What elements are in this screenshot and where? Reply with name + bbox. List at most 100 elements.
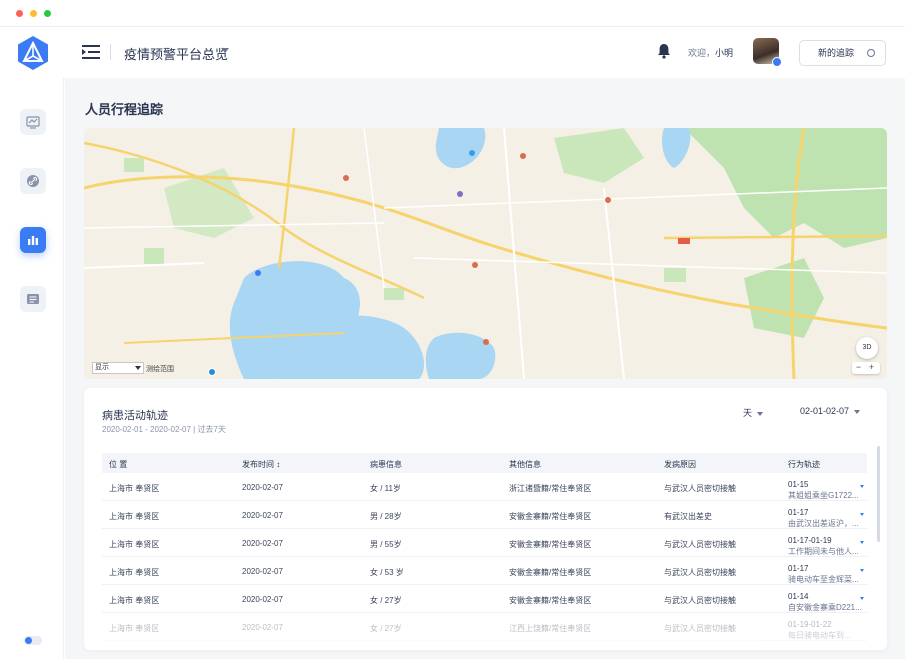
table-row[interactable]: 上海市 奉贤区 2020-02-07 女 / 53 岁 安徽金寨籍/常住奉贤区 …	[102, 557, 867, 585]
menu-collapse-icon[interactable]	[82, 45, 100, 59]
cell-other: 江西上饶籍/常住奉贤区	[509, 624, 592, 633]
table-row[interactable]: 上海市 奉贤区 2020-02-07 女 / 11岁 浙江诸暨籍/常住奉贤区 与…	[102, 473, 867, 501]
notification-bell-icon[interactable]	[657, 43, 671, 59]
cell-cause: 与武汉人员密切接触	[664, 624, 736, 633]
cell-cause: 与武汉人员密切接触	[664, 484, 736, 493]
bar-chart-icon	[28, 236, 38, 245]
map-view[interactable]: 显示 测绘范围 3D − +	[84, 128, 887, 379]
cell-cause: 有武汉出差史	[664, 512, 712, 521]
cell-patient: 男 / 28岁	[370, 512, 402, 521]
map-scale-label: 测绘范围	[146, 366, 174, 373]
table-scrollbar[interactable]	[877, 446, 880, 542]
cell-cause: 与武汉人员密切接触	[664, 596, 736, 605]
cell-trail: 01-15 其姐姐乘坐G1722...	[788, 480, 859, 500]
page-title: 人员行程追踪	[85, 102, 164, 117]
cell-date: 2020-02-07	[242, 623, 283, 632]
column-header: 行为轨迹	[788, 460, 820, 469]
chevron-down-icon	[854, 409, 861, 414]
cell-trail: 01-14 自安徽金寨乘D221...	[788, 592, 862, 612]
close-window-button[interactable]	[16, 10, 23, 17]
cell-location: 上海市 奉贤区	[109, 568, 160, 577]
table-row[interactable]: 上海市 奉贤区 2020-02-07 女 / 27岁 安徽金寨籍/常住奉贤区 与…	[102, 585, 867, 613]
top-header: 疫情预警平台总览 欢迎，小明 新的追踪	[0, 26, 905, 78]
column-header: 病患信息	[370, 460, 402, 469]
column-header: 发病原因	[664, 460, 696, 469]
header-divider	[110, 44, 111, 60]
expand-trail-icon[interactable]	[860, 597, 864, 600]
cell-date: 2020-02-07	[242, 567, 283, 576]
cell-location: 上海市 奉贤区	[109, 484, 160, 493]
cell-patient: 女 / 27岁	[370, 596, 402, 605]
card-date-range-text: 2020-02-01 - 2020-02-07 | 过去7天	[102, 425, 226, 434]
table-row[interactable]: 上海市 奉贤区 2020-02-07 男 / 28岁 安徽金寨籍/常住奉贤区 有…	[102, 501, 867, 529]
cell-patient: 女 / 27岁	[370, 624, 402, 633]
link-icon	[27, 175, 39, 187]
new-trace-button[interactable]: 新的追踪	[799, 40, 886, 66]
cell-location: 上海市 奉贤区	[109, 512, 160, 521]
expand-trail-icon[interactable]	[860, 513, 864, 516]
patient-table: 位 置 发布时间 ↕ 病患信息 其他信息 发病原因 行为轨迹 上海市 奉贤区 2…	[102, 453, 867, 641]
table-row[interactable]: 上海市 奉贤区 2020-02-07 女 / 27岁 江西上饶籍/常住奉贤区 与…	[102, 613, 867, 641]
cell-other: 浙江诸暨籍/常住奉贤区	[509, 484, 592, 493]
sidebar-item-links[interactable]	[20, 168, 46, 194]
expand-trail-icon[interactable]	[860, 569, 864, 572]
list-icon	[27, 294, 39, 304]
cell-date: 2020-02-07	[242, 511, 283, 520]
app-logo-icon[interactable]	[16, 35, 50, 71]
verified-badge-icon	[772, 57, 782, 67]
cell-patient: 男 / 55岁	[370, 540, 402, 549]
cell-trail: 01-17 由武汉出差返沪，...	[788, 508, 859, 528]
cell-patient: 女 / 53 岁	[370, 568, 404, 577]
map-zoom-control: − +	[852, 362, 880, 374]
sidebar	[0, 78, 64, 659]
welcome-text: 欢迎，小明	[688, 48, 734, 58]
cell-other: 安徽金寨籍/常住奉贤区	[509, 596, 592, 605]
chevron-down-icon[interactable]	[221, 48, 229, 53]
cell-date: 2020-02-07	[242, 595, 283, 604]
table-row[interactable]: 上海市 奉贤区 2020-02-07 男 / 55岁 安徽金寨籍/常住奉贤区 与…	[102, 529, 867, 557]
sidebar-item-statistics[interactable]	[20, 227, 46, 253]
column-header: 其他信息	[509, 460, 541, 469]
window-titlebar	[0, 0, 905, 26]
zoom-in-button[interactable]: +	[865, 362, 878, 373]
cell-cause: 与武汉人员密切接触	[664, 540, 736, 549]
expand-trail-icon[interactable]	[860, 541, 864, 544]
period-select[interactable]: 天	[743, 406, 764, 419]
sidebar-item-dashboard[interactable]	[20, 109, 46, 135]
map-3d-button[interactable]: 3D	[856, 337, 878, 359]
cell-patient: 女 / 11岁	[370, 484, 401, 493]
map-canvas[interactable]	[84, 128, 887, 379]
zoom-out-button[interactable]: −	[852, 362, 865, 373]
cell-other: 安徽金寨籍/常住奉贤区	[509, 512, 592, 521]
username: 小明	[715, 48, 734, 58]
minimize-window-button[interactable]	[30, 10, 37, 17]
main-content: 人员行程追踪 显示 测绘范围 3D − + 病患活动轨迹 2020-02-01 …	[65, 78, 905, 659]
cell-date: 2020-02-07	[242, 539, 283, 548]
cell-trail: 01-17-01-19 工作期间未与他人...	[788, 536, 859, 556]
user-avatar[interactable]	[753, 38, 782, 67]
chevron-down-icon	[757, 411, 764, 416]
cell-location: 上海市 奉贤区	[109, 540, 160, 549]
column-header-sortable[interactable]: 发布时间 ↕	[242, 459, 280, 470]
cell-location: 上海市 奉贤区	[109, 624, 160, 633]
table-header: 位 置 发布时间 ↕ 病患信息 其他信息 发病原因 行为轨迹	[102, 453, 867, 473]
trend-chart-icon	[26, 116, 40, 129]
cell-other: 安徽金寨籍/常住奉贤区	[509, 540, 592, 549]
sidebar-item-records[interactable]	[20, 286, 46, 312]
cell-trail: 01-19-01-22 每日骑电动车到...	[788, 620, 851, 640]
cell-location: 上海市 奉贤区	[109, 596, 160, 605]
column-header: 位 置	[109, 460, 128, 469]
card-title: 病患活动轨迹	[102, 410, 168, 422]
cell-trail: 01-17 骑电动车至金辉菜...	[788, 564, 859, 584]
platform-title-dropdown[interactable]: 疫情预警平台总览	[124, 44, 228, 63]
cell-cause: 与武汉人员密切接触	[664, 568, 736, 577]
maximize-window-button[interactable]	[44, 10, 51, 17]
cell-other: 安徽金寨籍/常住奉贤区	[509, 568, 592, 577]
expand-trail-icon[interactable]	[860, 485, 864, 488]
cell-date: 2020-02-07	[242, 483, 283, 492]
date-range-select[interactable]: 02-01-02-07	[800, 406, 861, 416]
current-location-icon[interactable]	[208, 368, 216, 376]
theme-toggle[interactable]	[24, 636, 42, 645]
map-layer-select[interactable]: 显示	[92, 362, 144, 374]
patient-trail-card: 病患活动轨迹 2020-02-01 - 2020-02-07 | 过去7天 天 …	[84, 388, 887, 650]
